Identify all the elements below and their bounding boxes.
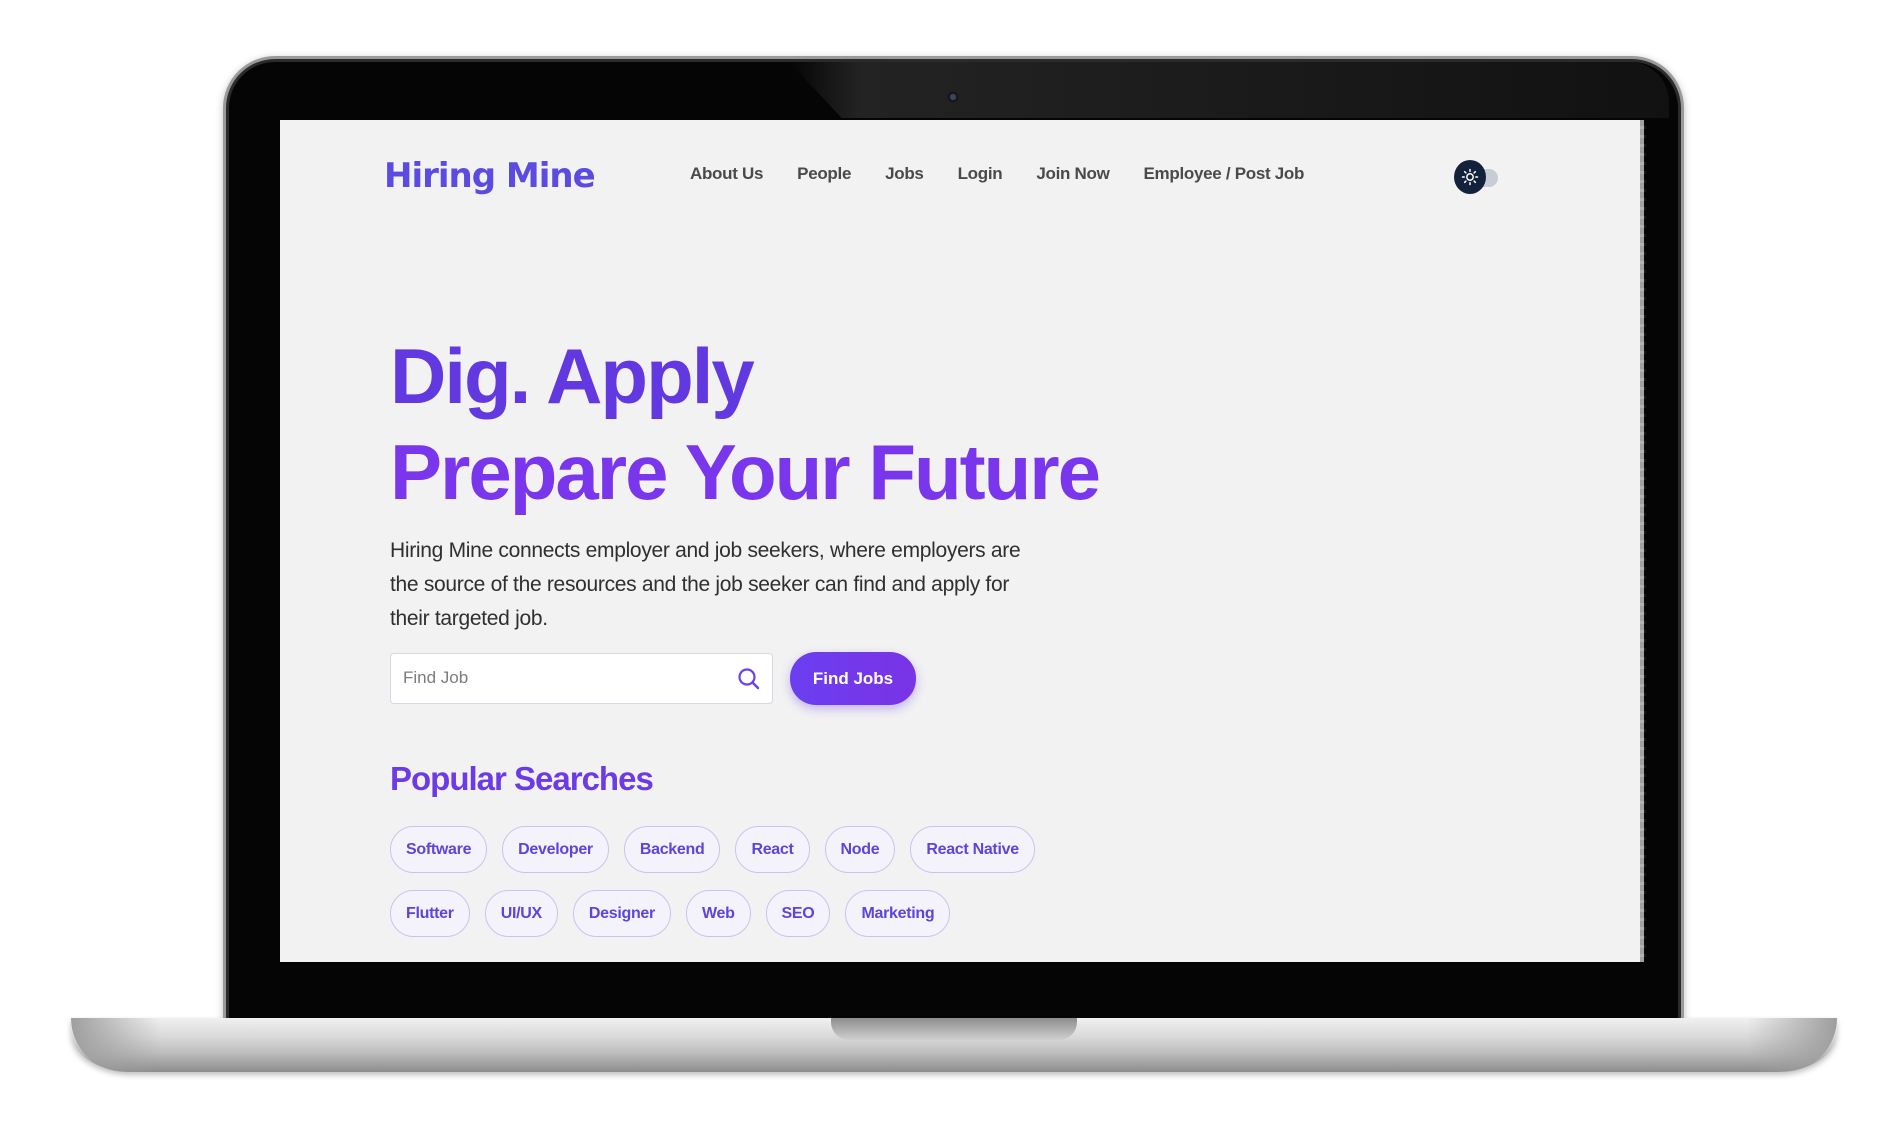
hero-title-line2: Prepare Your Future xyxy=(390,428,1101,516)
hero-description: Hiring Mine connects employer and job se… xyxy=(390,539,1021,630)
nav-people[interactable]: People xyxy=(797,164,851,184)
laptop-base xyxy=(71,1018,1837,1072)
tag-flutter[interactable]: Flutter xyxy=(390,890,470,937)
tag-backend[interactable]: Backend xyxy=(623,826,721,873)
tag-designer[interactable]: Designer xyxy=(572,890,671,937)
tag-row-2: Flutter UI/UX Designer Web SEO Marketing xyxy=(390,890,1090,937)
main-nav: About Us People Jobs Login Join Now Empl… xyxy=(690,164,1338,184)
browser-screen: Hiring Mine About Us People Jobs Login J… xyxy=(280,120,1644,962)
nav-login[interactable]: Login xyxy=(958,164,1003,184)
screen-edge-shadow xyxy=(1640,120,1646,962)
lid-glare xyxy=(789,62,1669,118)
search-icon[interactable] xyxy=(736,666,762,692)
tag-developer[interactable]: Developer xyxy=(502,826,609,873)
popular-search-tags: Software Developer Backend React Node Re… xyxy=(390,826,1090,954)
hero-title-line1: Dig. Apply xyxy=(390,332,755,420)
hero-title: Dig. Apply Prepare Your Future xyxy=(390,328,1101,520)
tag-ui-ux[interactable]: UI/UX xyxy=(484,890,558,937)
popular-searches-title: Popular Searches xyxy=(390,760,654,797)
camera-icon xyxy=(947,91,959,103)
job-search-box xyxy=(390,653,773,704)
base-shade-right xyxy=(1747,1018,1837,1072)
tag-software[interactable]: Software xyxy=(390,826,488,873)
tag-marketing[interactable]: Marketing xyxy=(845,890,951,937)
find-jobs-button[interactable]: Find Jobs xyxy=(790,652,916,705)
base-notch xyxy=(831,1018,1077,1040)
theme-toggle[interactable] xyxy=(1454,160,1502,194)
nav-about-us[interactable]: About Us xyxy=(690,164,763,184)
logo[interactable]: Hiring Mine xyxy=(384,156,596,196)
tag-row-1: Software Developer Backend React Node Re… xyxy=(390,826,1090,873)
tag-web[interactable]: Web xyxy=(685,890,751,937)
nav-jobs[interactable]: Jobs xyxy=(885,164,924,184)
toggle-knob xyxy=(1454,160,1486,194)
tag-seo[interactable]: SEO xyxy=(765,890,831,937)
find-job-input[interactable] xyxy=(403,654,723,702)
base-shade-left xyxy=(71,1018,161,1072)
nav-employee-post-job[interactable]: Employee / Post Job xyxy=(1144,164,1305,184)
tag-react[interactable]: React xyxy=(735,826,810,873)
sun-icon xyxy=(1461,168,1479,186)
tag-node[interactable]: Node xyxy=(824,826,896,873)
nav-join-now[interactable]: Join Now xyxy=(1036,164,1109,184)
tag-react-native[interactable]: React Native xyxy=(910,826,1035,873)
